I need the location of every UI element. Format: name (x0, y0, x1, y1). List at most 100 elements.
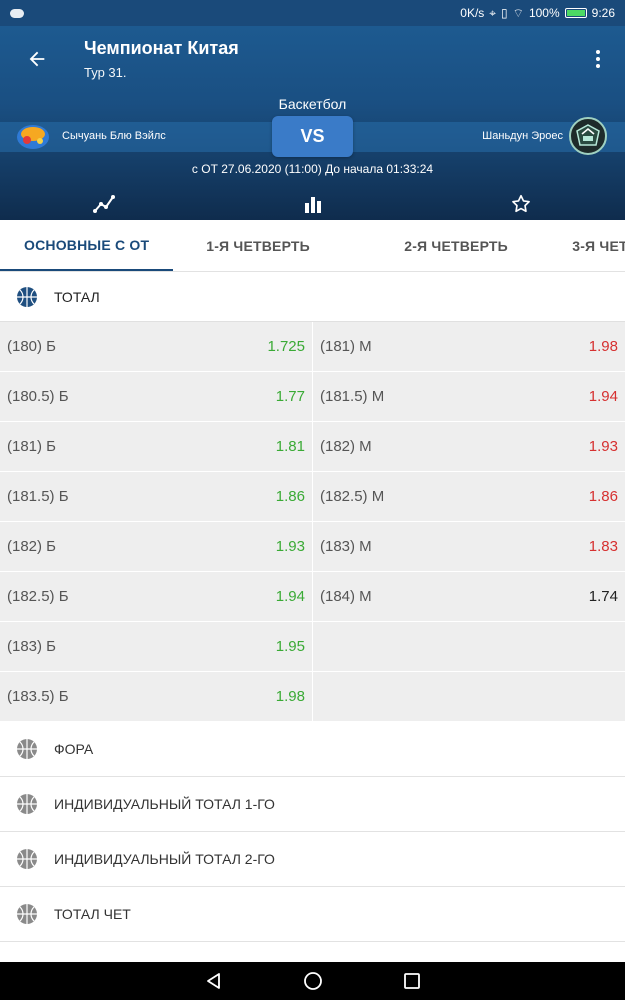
market-category-list: ФОРА ИНДИВИДУАЛЬНЫЙ ТОТАЛ 1-ГО ИНДИВИДУАЛЬ… (0, 722, 625, 942)
team2-emblem-icon (576, 124, 600, 146)
location-icon: ⌖ (489, 5, 497, 20)
odds-value: 1.725 (267, 338, 305, 355)
cloud-icon (10, 8, 24, 18)
tab-main-ot[interactable]: ОСНОВНЫЕ С ОТ (0, 220, 174, 271)
odds-label: (180) Б (7, 338, 57, 355)
nav-back-icon[interactable] (205, 972, 223, 990)
odds-value: 1.98 (275, 688, 305, 705)
odds-row: (183) Б 1.95 (0, 622, 625, 672)
odds-label: (181.5) М (320, 388, 385, 405)
odds-value: 1.77 (275, 388, 305, 405)
trend-line-icon (93, 195, 115, 213)
sport-label: Баскетбол (278, 96, 347, 112)
odds-over-cell[interactable]: (180) Б 1.725 (0, 322, 312, 372)
tab-quarter-2[interactable]: 2-Я ЧЕТВЕРТЬ (372, 220, 539, 271)
market-category-item[interactable]: ИНДИВИДУАЛЬНЫЙ ТОТАЛ 2-ГО (0, 832, 625, 887)
dot (596, 50, 600, 54)
odds-label: (181) М (320, 338, 372, 355)
odds-over-cell[interactable]: (182.5) Б 1.94 (0, 572, 312, 622)
vibrate-icon: ▯ (501, 6, 508, 20)
tab-quarter-1[interactable]: 1-Я ЧЕТВЕРТЬ (173, 220, 372, 271)
team2-logo (569, 117, 607, 155)
team1-logo (17, 125, 49, 149)
odds-under-cell[interactable]: (181.5) М 1.94 (312, 372, 625, 422)
system-nav-bar (0, 962, 625, 1000)
odds-under-cell[interactable]: (182) М 1.93 (312, 422, 625, 472)
market-category-item[interactable]: ФОРА (0, 722, 625, 777)
odds-value: 1.93 (275, 538, 305, 555)
odds-value: 1.81 (275, 438, 305, 455)
arrow-left-icon (29, 51, 45, 67)
basketball-icon (17, 739, 37, 759)
odds-label: (183) Б (7, 638, 57, 655)
odds-row: (182) Б 1.93 (183) М 1.83 (0, 522, 625, 572)
bar-chart-icon (305, 197, 321, 213)
odds-row: (181.5) Б 1.86 (182.5) М 1.86 (0, 472, 625, 522)
odds-over-cell[interactable]: (182) Б 1.93 (0, 522, 312, 572)
status-bar: 0K/s ⌖ ▯ ⌔ 100% 9:26 (0, 0, 625, 26)
odds-over-cell[interactable]: (181.5) Б 1.86 (0, 472, 312, 522)
odds-label: (182.5) М (320, 488, 385, 505)
tab-quarter-3[interactable]: 3-Я ЧЕТВЕРТЬ (539, 220, 625, 271)
odds-grid: (180) Б 1.725 (181) М 1.98 (180.5) Б 1.77 (181… (0, 322, 625, 722)
basketball-icon (17, 904, 37, 924)
odds-value: 1.93 (588, 438, 618, 455)
odds-under-cell[interactable]: (182.5) М 1.86 (312, 472, 625, 522)
odds-label: (184) М (320, 588, 372, 605)
dot (596, 57, 600, 61)
star-icon (512, 194, 530, 213)
odds-under-cell[interactable]: (184) М 1.74 (312, 572, 625, 622)
odds-value: 1.74 (588, 588, 618, 605)
market-category-label: ФОРА (54, 741, 94, 757)
odds-row: (180) Б 1.725 (181) М 1.98 (0, 322, 625, 372)
odds-over-cell[interactable]: (183) Б 1.95 (0, 622, 312, 672)
odds-label: (182.5) Б (7, 588, 69, 605)
total-section-header[interactable]: ТОТАЛ (0, 272, 625, 322)
odds-label: (182) М (320, 438, 372, 455)
match-header: Чемпионат Китая Тур 31. Баскетбол Сычуан… (0, 26, 625, 220)
bar-chart-button[interactable] (301, 192, 325, 216)
odds-under-cell[interactable]: (181) М 1.98 (312, 322, 625, 372)
section-title: ТОТАЛ (54, 288, 100, 305)
page-subtitle: Тур 31. (84, 65, 127, 80)
odds-row: (181) Б 1.81 (182) М 1.93 (0, 422, 625, 472)
favorite-button[interactable] (509, 192, 533, 216)
odds-value: 1.95 (275, 638, 305, 655)
statistics-trend-button[interactable] (92, 192, 116, 216)
market-tabs: ОСНОВНЫЕ С ОТ 1-Я ЧЕТВЕРТЬ 2-Я ЧЕТВЕРТЬ … (0, 220, 625, 272)
odds-over-cell[interactable]: (180.5) Б 1.77 (0, 372, 312, 422)
odds-value: 1.86 (588, 488, 618, 505)
odds-over-cell[interactable]: (183.5) Б 1.98 (0, 672, 312, 722)
odds-label: (182) Б (7, 538, 57, 555)
odds-value: 1.86 (275, 488, 305, 505)
market-category-label: ИНДИВИДУАЛЬНЫЙ ТОТАЛ 1-ГО (54, 796, 275, 812)
battery-percent: 100% (528, 6, 560, 20)
back-button[interactable] (22, 44, 52, 74)
odds-label: (180.5) Б (7, 388, 69, 405)
odds-value: 1.83 (588, 538, 618, 555)
odds-value: 1.94 (275, 588, 305, 605)
market-category-item[interactable]: ТОТАЛ ЧЕТ (0, 887, 625, 942)
start-time-countdown: с ОТ 27.06.2020 (11:00) До начала 01:33:… (191, 162, 434, 176)
odds-row: (183.5) Б 1.98 (0, 672, 625, 722)
team2-name: Шаньдун Эроес (482, 130, 563, 142)
overflow-menu-button[interactable] (591, 44, 605, 74)
vs-badge: VS (272, 116, 353, 157)
nav-home-icon[interactable] (303, 971, 323, 991)
odds-over-cell[interactable]: (181) Б 1.81 (0, 422, 312, 472)
net-speed: 0K/s (460, 6, 485, 20)
market-category-label: ТОТАЛ ЧЕТ (54, 906, 131, 922)
odds-under-cell[interactable]: (183) М 1.83 (312, 522, 625, 572)
odds-row: (182.5) Б 1.94 (184) М 1.74 (0, 572, 625, 622)
nav-recents-icon[interactable] (403, 972, 421, 990)
market-category-item[interactable]: ИНДИВИДУАЛЬНЫЙ ТОТАЛ 1-ГО (0, 777, 625, 832)
odds-value: 1.98 (588, 338, 618, 355)
battery-icon (564, 8, 587, 18)
odds-label: (183) М (320, 538, 372, 555)
odds-label: (181) Б (7, 438, 57, 455)
page-title: Чемпионат Китая (84, 38, 239, 58)
team1-name: Сычуань Блю Вэйлс (62, 130, 166, 142)
clock: 9:26 (591, 6, 615, 20)
status-right: 0K/s ⌖ ▯ ⌔ 100% 9:26 (460, 6, 615, 21)
odds-under-cell (312, 672, 625, 722)
